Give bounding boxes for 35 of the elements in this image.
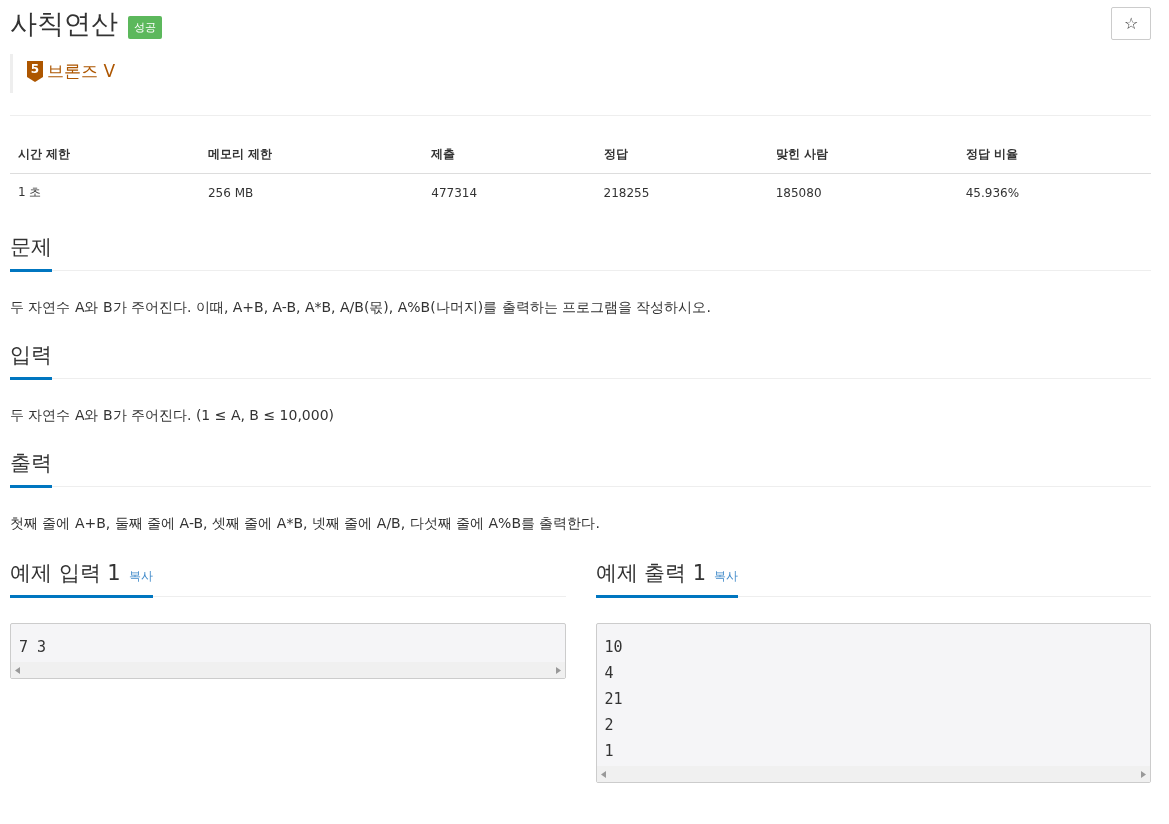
column-header: 정답 xyxy=(595,136,768,174)
table-cell: 256 MB xyxy=(199,173,424,209)
section-text: 두 자연수 A와 B가 주어진다. 이때, A+B, A-B, A*B, A/B(몫), A%B(나머지)를 출력하는 프로그램을 작성하시오. xyxy=(10,299,712,317)
table-cell: 218255 xyxy=(595,173,768,209)
column-header: 제출 xyxy=(423,136,596,174)
scroll-right-icon[interactable] xyxy=(1141,770,1146,778)
table-cell: 477314 xyxy=(423,173,596,209)
scroll-left-icon[interactable] xyxy=(600,770,606,778)
tier-badge: 5 xyxy=(27,61,43,82)
column-header: 맞힌 사람 xyxy=(767,136,958,174)
table-cell: 1 초 xyxy=(10,173,200,209)
horizontal-scrollbar[interactable] xyxy=(596,766,1150,782)
section-text: 첫째 줄에 A+B, 둘째 줄에 A-B, 셋째 줄에 A*B, 넷째 줄에 A/B, 다섯째 줄에 A%B를 출력한다. xyxy=(10,515,601,533)
column-header: 메모리 제한 xyxy=(199,136,424,174)
sample-title: 예제 출력 1 xyxy=(595,560,707,587)
horizontal-scrollbar[interactable] xyxy=(11,662,565,678)
sample-code: 7 3 xyxy=(18,637,48,658)
column-header: 정답 비율 xyxy=(957,136,1151,174)
scroll-left-icon[interactable] xyxy=(15,666,20,674)
star-button[interactable]: ☆ xyxy=(1111,6,1151,40)
section-text: 두 자연수 A와 B가 주어진다. (1 ≤ A, B ≤ 10,000) xyxy=(10,407,336,425)
sample-title: 예제 입력 1 xyxy=(10,560,121,587)
section-heading: 입력 xyxy=(10,341,52,380)
tier-link[interactable]: 브론즈 V xyxy=(47,60,116,83)
section-heading: 문제 xyxy=(10,233,52,272)
problem-title: 사칙연산 xyxy=(10,7,118,41)
section-heading: 출력 xyxy=(10,449,52,488)
column-header: 시간 제한 xyxy=(10,136,200,174)
table-cell: 185080 xyxy=(767,173,958,209)
scroll-right-icon[interactable] xyxy=(555,666,561,674)
sample-code: 10 4 21 2 1 xyxy=(603,637,624,762)
copy-link[interactable]: 복사 xyxy=(714,568,739,585)
copy-link[interactable]: 복사 xyxy=(128,568,153,585)
result-badge: 성공 xyxy=(128,15,162,39)
table-cell: 45.936% xyxy=(957,173,1151,209)
